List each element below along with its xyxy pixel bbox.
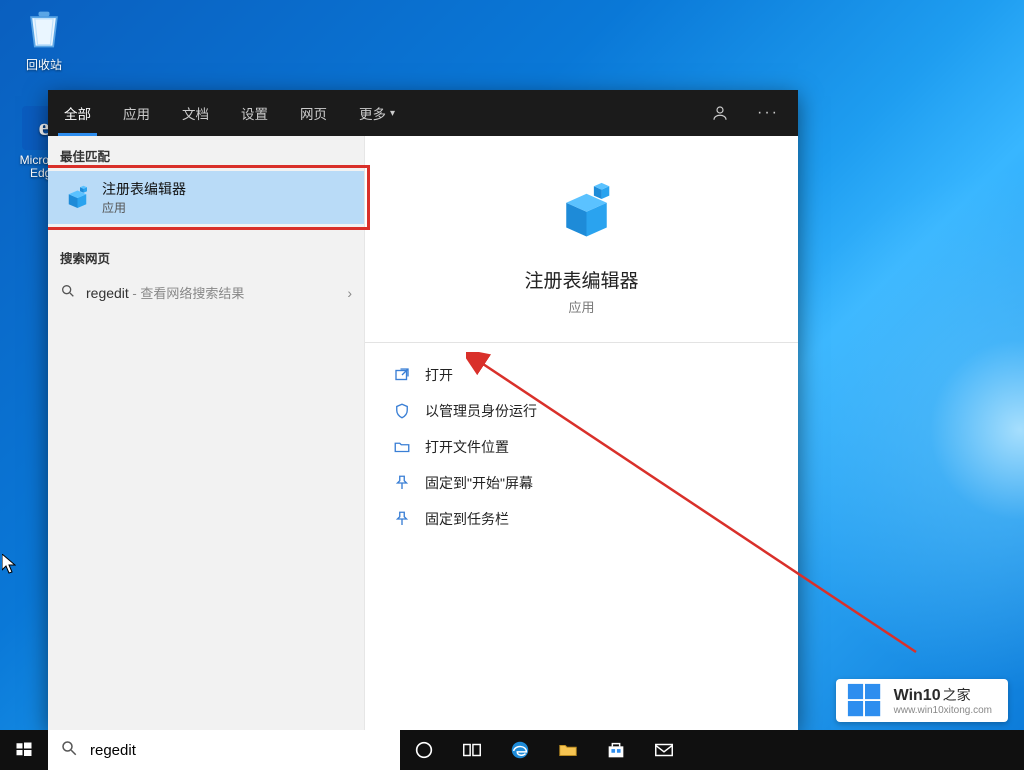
web-term: regedit (86, 285, 129, 301)
watermark: Win10之家 www.win10xitong.com (836, 679, 1008, 722)
start-button[interactable] (0, 730, 48, 770)
desktop-icon-recycle-bin[interactable]: 回收站 (8, 8, 80, 73)
divider (365, 342, 798, 343)
tab-apps[interactable]: 应用 (107, 90, 166, 136)
cursor-icon (2, 554, 16, 574)
search-input[interactable] (88, 741, 388, 760)
pin-icon (393, 510, 411, 528)
tab-more[interactable]: 更多 ▾ (343, 90, 411, 136)
windows-logo-icon (846, 682, 884, 720)
search-icon (60, 283, 76, 302)
desktop-icon-label: 回收站 (8, 56, 80, 73)
tab-documents[interactable]: 文档 (166, 90, 225, 136)
chevron-right-icon: › (347, 285, 352, 301)
taskbar-mail-icon[interactable] (640, 730, 688, 770)
annotation-highlight (48, 165, 370, 230)
taskbar-store-icon[interactable] (592, 730, 640, 770)
action-run-as-admin[interactable]: 以管理员身份运行 (391, 393, 772, 429)
tab-all[interactable]: 全部 (48, 90, 107, 136)
more-options-icon[interactable]: ··· (746, 90, 790, 136)
action-open-file-location[interactable]: 打开文件位置 (391, 429, 772, 465)
preview-title: 注册表编辑器 (391, 266, 772, 293)
result-title: 注册表编辑器 (102, 179, 186, 199)
action-open[interactable]: 打开 (391, 357, 772, 393)
search-filter-tabs: 全部 应用 文档 设置 网页 更多 ▾ ··· (48, 90, 798, 136)
section-best-match: 最佳匹配 (48, 136, 364, 171)
preview-subtitle: 应用 (391, 297, 772, 316)
search-results-list: 最佳匹配 (48, 136, 364, 730)
search-result-regedit[interactable]: 注册表编辑器 应用 (48, 171, 364, 224)
result-preview-pane: 注册表编辑器 应用 打开 (364, 136, 798, 730)
action-pin-to-taskbar[interactable]: 固定到任务栏 (391, 501, 772, 537)
folder-icon (393, 438, 411, 456)
task-view-icon[interactable] (448, 730, 496, 770)
account-icon[interactable] (698, 90, 742, 136)
windows-logo-icon (15, 741, 33, 759)
taskbar-search-box[interactable] (48, 730, 400, 770)
tab-web[interactable]: 网页 (284, 90, 343, 136)
search-icon (60, 739, 78, 761)
cortana-icon[interactable] (400, 730, 448, 770)
section-web: 搜索网页 (48, 238, 364, 273)
registry-editor-icon (60, 183, 90, 213)
tab-settings[interactable]: 设置 (225, 90, 284, 136)
action-pin-to-start[interactable]: 固定到"开始"屏幕 (391, 465, 772, 501)
web-search-item[interactable]: regedit - 查看网络搜索结果 › (48, 273, 364, 312)
action-label: 以管理员身份运行 (425, 401, 537, 421)
action-label: 打开 (425, 365, 453, 385)
result-subtitle: 应用 (102, 199, 186, 216)
pin-icon (393, 474, 411, 492)
action-label: 固定到任务栏 (425, 509, 509, 529)
chevron-down-icon: ▾ (390, 108, 395, 119)
taskbar-file-explorer-icon[interactable] (544, 730, 592, 770)
action-label: 固定到"开始"屏幕 (425, 473, 533, 493)
taskbar (0, 730, 1024, 770)
open-icon (393, 366, 411, 384)
taskbar-edge-icon[interactable] (496, 730, 544, 770)
shield-icon (393, 402, 411, 420)
search-results-panel: 全部 应用 文档 设置 网页 更多 ▾ ··· 最佳匹配 (48, 90, 798, 730)
registry-editor-icon (546, 178, 618, 250)
web-suffix: - 查看网络搜索结果 (129, 286, 245, 301)
recycle-bin-icon (22, 8, 66, 52)
action-label: 打开文件位置 (425, 437, 509, 457)
